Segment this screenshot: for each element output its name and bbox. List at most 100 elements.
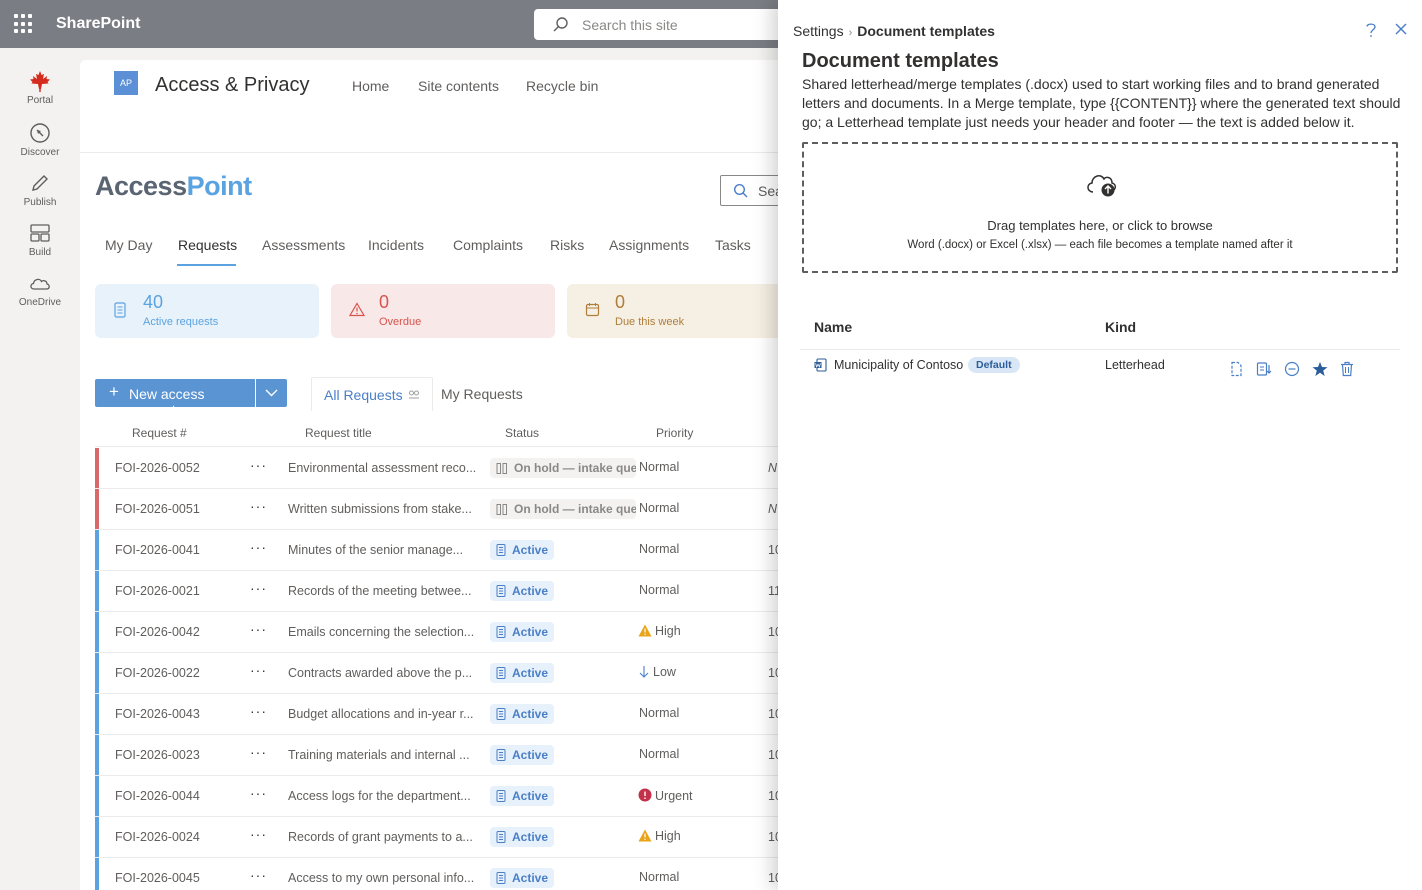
new-access-request-button[interactable]: + New access request — [95, 379, 255, 418]
site-logo[interactable]: AP — [114, 71, 138, 95]
more-actions-icon[interactable]: ··· — [250, 457, 267, 473]
request-title[interactable]: Emails concerning the selection... — [288, 625, 483, 639]
stat-label: Active requests — [143, 316, 219, 328]
trash-icon[interactable] — [1340, 361, 1354, 377]
col-request-number[interactable]: Request # — [132, 426, 187, 440]
request-title[interactable]: Records of the meeting betwee... — [288, 584, 483, 598]
table-row[interactable]: FOI-2026-0022 ··· Contracts awarded above … — [95, 653, 800, 694]
appbar-portal[interactable]: Portal — [0, 70, 80, 106]
request-number[interactable]: FOI-2026-0043 — [115, 707, 200, 721]
request-number[interactable]: FOI-2026-0045 — [115, 871, 200, 885]
request-number[interactable]: FOI-2026-0044 — [115, 789, 200, 803]
table-row[interactable]: FOI-2026-0052 ··· Environmental assessment… — [95, 448, 800, 489]
site-nav-recycle-bin[interactable]: Recycle bin — [526, 78, 598, 94]
open-file-icon[interactable] — [1229, 361, 1243, 377]
tab-assignments[interactable]: Assignments — [609, 237, 689, 253]
stat-due-this-week[interactable]: 0 Due this week — [567, 284, 791, 338]
stat-label: Overdue — [379, 316, 422, 328]
row-status-bar — [95, 735, 99, 775]
status-badge: Active — [490, 868, 555, 888]
status-label: Active — [512, 830, 549, 844]
request-title[interactable]: Access logs for the department... — [288, 789, 483, 803]
more-actions-icon[interactable]: ··· — [250, 867, 267, 883]
request-number[interactable]: FOI-2026-0051 — [115, 502, 200, 516]
priority: Urgent — [638, 788, 693, 803]
site-nav-site-contents[interactable]: Site contents — [418, 78, 499, 94]
app-launcher-icon[interactable] — [14, 14, 34, 34]
request-number[interactable]: FOI-2026-0022 — [115, 666, 200, 680]
close-icon[interactable] — [1394, 22, 1408, 36]
remove-default-icon[interactable] — [1284, 361, 1300, 377]
pen-icon — [32, 175, 48, 191]
status-label: Active — [512, 543, 549, 557]
request-title[interactable]: Contracts awarded above the p... — [288, 666, 483, 680]
request-title[interactable]: Records of grant payments to a... — [288, 830, 483, 844]
help-icon[interactable] — [1363, 20, 1379, 40]
status-badge: Active — [490, 704, 555, 724]
panel-title: Document templates — [802, 50, 999, 72]
more-actions-icon[interactable]: ··· — [250, 621, 267, 637]
col-request-title[interactable]: Request title — [305, 426, 372, 440]
tab-incidents[interactable]: Incidents — [368, 237, 424, 253]
request-number[interactable]: FOI-2026-0024 — [115, 830, 200, 844]
more-actions-icon[interactable]: ··· — [250, 498, 267, 514]
view-all-requests[interactable]: All Requests — [311, 377, 434, 411]
site-nav-home[interactable]: Home — [352, 78, 389, 94]
star-icon[interactable] — [1312, 361, 1328, 377]
request-number[interactable]: FOI-2026-0023 — [115, 748, 200, 762]
tab-risks[interactable]: Risks — [550, 237, 584, 253]
request-title[interactable]: Written submissions from stake... — [288, 502, 483, 516]
appbar-onedrive[interactable]: OneDrive — [0, 272, 80, 308]
tab-requests[interactable]: Requests — [178, 237, 237, 253]
table-row[interactable]: FOI-2026-0023 ··· Training materials and i… — [95, 735, 800, 776]
stat-active-requests[interactable]: 40 Active requests — [95, 284, 319, 338]
site-title[interactable]: Access & Privacy — [155, 74, 309, 97]
table-row[interactable]: FOI-2026-0042 ··· Emails concerning the se… — [95, 612, 800, 653]
priority: Low — [638, 665, 676, 679]
new-request-dropdown-button[interactable] — [255, 379, 287, 407]
more-actions-icon[interactable]: ··· — [250, 744, 267, 760]
request-number[interactable]: FOI-2026-0052 — [115, 461, 200, 475]
table-row[interactable]: FOI-2026-0043 ··· Budget allocations and i… — [95, 694, 800, 735]
appbar-build[interactable]: Build — [0, 222, 80, 258]
more-actions-icon[interactable]: ··· — [250, 703, 267, 719]
table-row[interactable]: FOI-2026-0024 ··· Records of grant payment… — [95, 817, 800, 858]
more-actions-icon[interactable]: ··· — [250, 539, 267, 555]
table-row[interactable]: FOI-2026-0044 ··· Access logs for the depa… — [95, 776, 800, 817]
toggle-kind-icon[interactable] — [1256, 361, 1272, 377]
due-date-truncated: N — [768, 461, 778, 475]
request-title[interactable]: Environmental assessment reco... — [288, 461, 483, 475]
more-actions-icon[interactable]: ··· — [250, 580, 267, 596]
col-status[interactable]: Status — [505, 426, 539, 440]
more-actions-icon[interactable]: ··· — [250, 785, 267, 801]
priority-label: Urgent — [655, 789, 693, 803]
breadcrumb-settings[interactable]: Settings — [793, 23, 844, 39]
table-row[interactable]: FOI-2026-0051 ··· Written submissions from… — [95, 489, 800, 530]
more-actions-icon[interactable]: ··· — [250, 662, 267, 678]
request-title[interactable]: Training materials and internal ... — [288, 748, 483, 762]
word-file-icon — [814, 358, 827, 372]
status-label: Active — [512, 584, 549, 598]
stat-overdue[interactable]: 0 Overdue — [331, 284, 555, 338]
template-drop-zone[interactable]: Drag templates here, or click to browse … — [802, 142, 1398, 273]
request-title[interactable]: Minutes of the senior manage... — [288, 543, 483, 557]
tab-assessments[interactable]: Assessments — [262, 237, 345, 253]
appbar-publish[interactable]: Publish — [0, 172, 80, 208]
request-number[interactable]: FOI-2026-0021 — [115, 584, 200, 598]
request-title[interactable]: Budget allocations and in-year r... — [288, 707, 483, 721]
request-title[interactable]: Access to my own personal info... — [288, 871, 483, 885]
appbar-discover[interactable]: Discover — [0, 122, 80, 158]
tab-tasks[interactable]: Tasks — [715, 237, 751, 253]
more-actions-icon[interactable]: ··· — [250, 826, 267, 842]
suite-search-input[interactable]: Search this site — [534, 9, 794, 40]
request-number[interactable]: FOI-2026-0042 — [115, 625, 200, 639]
request-number[interactable]: FOI-2026-0041 — [115, 543, 200, 557]
tab-my-day[interactable]: My Day — [105, 237, 152, 253]
table-row[interactable]: FOI-2026-0041 ··· Minutes of the senior ma… — [95, 530, 800, 571]
table-row[interactable]: FOI-2026-0045 ··· Access to my own persona… — [95, 858, 800, 890]
view-my-requests[interactable]: My Requests — [429, 377, 535, 411]
suite-brand[interactable]: SharePoint — [56, 15, 140, 33]
col-priority[interactable]: Priority — [656, 426, 693, 440]
tab-complaints[interactable]: Complaints — [453, 237, 523, 253]
table-row[interactable]: FOI-2026-0021 ··· Records of the meeting b… — [95, 571, 800, 612]
